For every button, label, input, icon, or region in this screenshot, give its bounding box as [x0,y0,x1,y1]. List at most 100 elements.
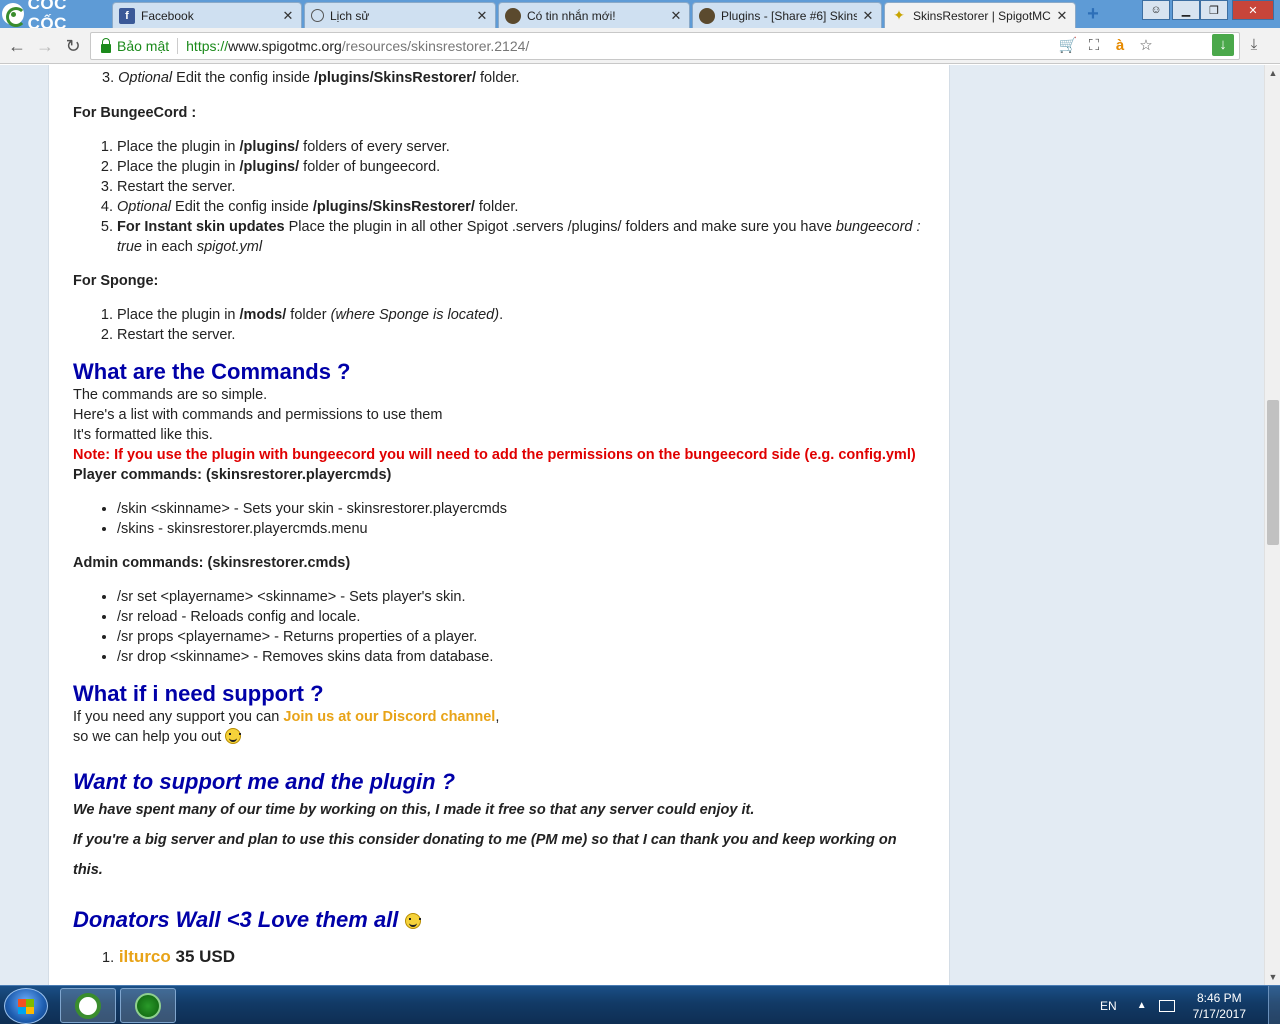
coccoc-logo-icon [2,3,26,27]
clock-date: 7/17/2017 [1192,1006,1246,1021]
url-path: /resources/skinsrestorer.2124/ [341,38,530,54]
bookmark-star-icon[interactable]: ☆ [1135,35,1157,57]
back-icon[interactable]: ← [6,35,28,57]
scrollbar-thumb[interactable] [1267,400,1279,545]
list-item: /skins - skinsrestorer.playercmds.menu [117,519,925,539]
list-item: Place the plugin in /mods/ folder (where… [117,305,925,325]
donator-link[interactable]: ilturco [119,947,171,966]
tab-messages[interactable]: Có tin nhắn mới! ✕ [498,2,690,28]
taskbar-coccoc[interactable] [60,988,116,1023]
player-commands-label: Player commands: (skinsrestorer.playercm… [73,467,392,483]
donator-item: 1. ilturco 35 USD [73,947,925,968]
history-icon [311,9,324,22]
admin-commands-list: /sr set <playername> <skinname> - Sets p… [73,587,925,667]
lock-icon [101,37,111,53]
show-hidden-icons-icon[interactable]: ▲ [1137,1000,1147,1011]
commands-intro-line: The commands are so simple. [73,387,268,403]
omnibox-icons: 🛒 ⛶ à ☆ [1057,35,1157,57]
list-item: Optional Edit the config inside /plugins… [117,197,925,217]
scroll-down-icon[interactable]: ▼ [1265,969,1280,985]
coccoc-icon [75,992,101,1019]
donate-paragraph: We have spent many of our time by workin… [73,802,755,818]
list-path: /plugins/SkinsRestorer/ [314,70,476,86]
taskbar-idm[interactable] [120,988,176,1023]
downloads-icon[interactable]: ⤓ [1244,36,1264,56]
spigot-icon [505,7,521,24]
support-text: If you need any support you can [73,709,284,725]
close-icon[interactable]: ✕ [861,8,875,24]
shopping-cart-icon[interactable]: 🛒 [1057,35,1079,57]
support-heading: What if i need support ? [73,681,324,706]
translate-icon[interactable]: ⛶ [1083,35,1105,57]
donation-amount: 35 USD [170,947,236,966]
support-line: If you need any support you can Join us … [73,707,925,727]
show-desktop-button[interactable] [1268,986,1280,1024]
close-icon[interactable]: ✕ [669,8,683,24]
tab-skinsrestorer[interactable]: ✦ SkinsRestorer | SpigotMC ✕ [884,2,1076,28]
smiley-icon [225,728,242,744]
list-item: Restart the server. [117,177,925,197]
page-viewport: 3. Optional Edit the config inside /plug… [0,65,1264,985]
new-tab-icon[interactable]: + [1083,4,1103,24]
scroll-up-icon[interactable]: ▲ [1265,65,1280,81]
list-item: /sr reload - Reloads config and locale. [117,607,925,627]
page-scrollbar[interactable]: ▲ ▼ [1264,65,1280,985]
close-icon[interactable]: ✕ [1055,8,1069,24]
browser-toolbar: ← → ↻ Bảo mật https:// www.spigotmc.org … [0,28,1280,64]
list-item: Place the plugin in /plugins/ folders of… [117,137,925,157]
sponge-label: For Sponge: [73,273,159,289]
spigot-icon [699,7,715,24]
resource-description: 3. Optional Edit the config inside /plug… [48,65,950,985]
commands-intro-line: Here's a list with commands and permissi… [73,407,443,423]
close-icon[interactable]: ✕ [281,8,295,24]
list-number: 3. [102,70,115,86]
smiley-icon [404,913,421,929]
system-tray: EN ▲ 8:46 PM 7/17/2017 [1100,986,1280,1024]
reload-icon[interactable]: ↻ [62,35,84,57]
list-item: /sr drop <skinname> - Removes skins data… [117,647,925,667]
clock-time: 8:46 PM [1196,990,1242,1005]
support-text: so we can help you out [73,729,226,745]
windows-taskbar: EN ▲ 8:46 PM 7/17/2017 [0,985,1280,1024]
close-icon[interactable]: ✕ [475,8,489,24]
address-bar[interactable]: Bảo mật https:// www.spigotmc.org /resou… [90,32,1240,60]
bungeecord-label: For BungeeCord : [73,105,197,121]
download-video-icon[interactable]: ↓ [1212,34,1234,56]
vietnamese-input-icon[interactable]: à [1109,35,1131,57]
commands-intro-line: It's formatted like this. [73,427,213,443]
network-icon[interactable] [1158,999,1175,1012]
commands-heading: What are the Commands ? [73,359,351,384]
list-item: Place the plugin in /plugins/ folder of … [117,157,925,177]
tab-history[interactable]: Lịch sử ✕ [304,2,496,28]
tab-title: Facebook [141,8,194,23]
window-close-icon[interactable]: ✕ [1232,0,1274,20]
coccoc-logo[interactable]: CỐC CỐC [2,0,110,33]
language-indicator[interactable]: EN [1100,999,1117,1013]
user-icon[interactable]: ☺ [1142,0,1170,20]
donators-wall-heading: Donators Wall <3 Love them all [73,907,925,933]
facebook-icon: f [119,7,135,24]
tab-plugins[interactable]: Plugins - [Share #6] SkinsR ✕ [692,2,882,28]
download-manager-icon [135,992,161,1019]
discord-link[interactable]: Join us at our Discord channel [283,709,495,725]
clock[interactable]: 8:46 PM 7/17/2017 [1193,990,1246,1022]
donate-paragraph: If you're a big server and plan to use t… [73,832,897,878]
start-button[interactable] [4,988,48,1024]
forward-icon[interactable]: → [34,35,56,57]
minimize-icon[interactable]: ▁ [1172,0,1200,20]
optional-label: Optional [118,70,173,86]
maximize-icon[interactable]: ❐ [1200,0,1228,20]
tab-title: Plugins - [Share #6] SkinsR [721,8,857,23]
admin-commands-label: Admin commands: (skinsrestorer.cmds) [73,555,351,571]
list-item: /skin <skinname> - Sets your skin - skin… [117,499,925,519]
secure-label: Bảo mật [117,38,170,54]
player-commands-list: /skin <skinname> - Sets your skin - skin… [73,499,925,539]
tab-facebook[interactable]: f Facebook ✕ [112,2,302,28]
divider [177,38,179,54]
bungeecord-permissions-note: Note: If you use the plugin with bungeec… [73,447,916,463]
support-text: , [495,709,500,725]
tab-strip: CỐC CỐC f Facebook ✕ Lịch sử ✕ Có tin nh… [0,0,1280,33]
list-number: 1. [102,950,115,966]
list-text: Edit the config inside [172,70,315,86]
tab-title: Có tin nhắn mới! [527,8,616,23]
